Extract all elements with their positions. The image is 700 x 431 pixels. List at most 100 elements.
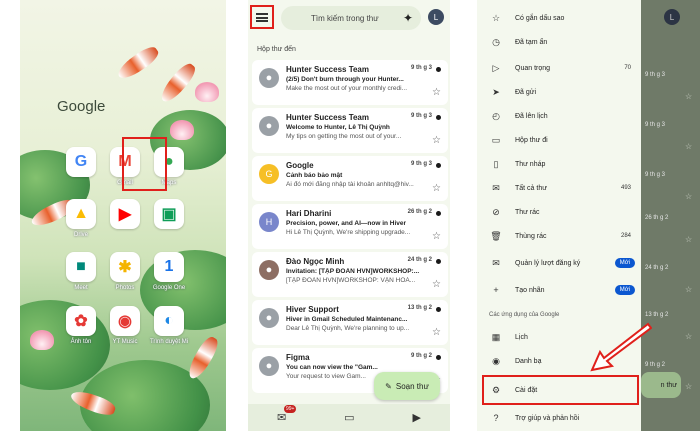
drawer-item-label: Thư rác — [515, 208, 540, 216]
drawer-item[interactable]: ✉ Quản lý lượt đăng ký Mới — [477, 253, 641, 273]
app-label: Drive — [73, 232, 88, 238]
app-glyph-icon: ▶ — [110, 199, 140, 229]
sender-avatar: ● — [259, 68, 279, 88]
scrim-mail-date: 24 th g 2 — [645, 265, 669, 271]
google-folder-label: Google — [57, 98, 106, 115]
drawer-item[interactable]: ▷ Quan trọng 70 — [477, 58, 641, 78]
drawer-item[interactable]: ◴ Đã lên lịch — [477, 106, 641, 126]
contacts-icon: ◉ — [492, 355, 500, 366]
drawer-item[interactable]: ➤ Đã gửi — [477, 82, 641, 102]
mail-row[interactable]: G Google 9 th g 3 Cảnh báo bảo mật Ai đó mới… — [252, 156, 448, 201]
gmail-highlight-box — [122, 137, 167, 191]
drawer-item[interactable]: ▭ Hộp thư đi — [477, 130, 641, 150]
drawer-item[interactable]: ◷ Đã tạm ẩn — [477, 32, 641, 52]
scrim-mail-date: 9 th g 3 — [645, 72, 666, 78]
drawer-item[interactable]: ✉ Tất cả thư 493 — [477, 178, 641, 198]
scrim-mail-date: 9 th g 3 — [645, 122, 666, 128]
mail-date: 9 th g 2 — [410, 353, 432, 359]
drawer-item[interactable]: 🗑 Thùng rác 284 — [477, 226, 641, 246]
app-label: Ảnh tôn — [70, 339, 92, 345]
drawer-item-label: Trợ giúp và phản hồi — [515, 414, 580, 422]
app-icon-trình-duyệt-mi[interactable]: ◐ Trình duyệt Mi — [146, 306, 192, 346]
drawer-item-label: Thùng rác — [515, 232, 547, 240]
mail-subject: Welcome to Hunter, Lê Thị Quỳnh — [286, 124, 390, 131]
sparkle-icon[interactable]: ✦ — [403, 11, 413, 25]
drawer-item-label: Thư nháp — [515, 160, 546, 168]
mail-date: 9 th g 3 — [410, 113, 432, 119]
mail-snippet: Hi Lê Thị Quỳnh, We're shipping upgrade.… — [286, 229, 411, 236]
app-label: Meet — [74, 285, 88, 291]
app-glyph-icon: ▲ — [66, 199, 96, 229]
drawer-item[interactable]: ⊘ Thư rác — [477, 202, 641, 222]
unread-dot-icon — [436, 355, 441, 360]
app-icon-ảnh-tôn[interactable]: ✿ Ảnh tôn — [58, 306, 104, 346]
star-icon[interactable]: ☆ — [432, 183, 441, 194]
person-icon: ● — [265, 312, 273, 324]
mail-snippet: Dear Lê Thị Quỳnh, We're planning to up.… — [286, 325, 410, 332]
app-icon-meet[interactable]: ■ Meet — [58, 252, 104, 292]
app-icon-google-one[interactable]: 1 Google One — [146, 252, 192, 292]
mail-snippet: My tips on getting the most out of your.… — [286, 133, 402, 140]
compose-label: Soạn thư — [395, 381, 429, 391]
new-badge: Mới — [614, 285, 635, 295]
settings-highlight-box — [482, 375, 639, 405]
mail-tab[interactable]: ✉ 99+ — [276, 405, 297, 424]
mail-sender: Figma — [286, 353, 310, 362]
mail-subject: (2/5) Don't burn through your Hunter... — [286, 76, 404, 83]
drawer-item[interactable]: + Tạo nhãn Mới — [477, 280, 641, 300]
drawer-item-label: Tất cả thư — [515, 184, 547, 192]
mail-icon: ✉ — [276, 412, 287, 424]
drawer-item-label: Quan trọng — [515, 64, 551, 72]
app-label: YT Music — [112, 339, 138, 345]
app-icon-app-4[interactable]: ▶ — [102, 199, 148, 232]
mail-sender: Hunter Success Team — [286, 65, 369, 74]
drawer-item[interactable]: ☆ Có gắn dấu sao — [477, 8, 641, 28]
drawer-item-icon: ➤ — [492, 86, 500, 97]
app-glyph-icon: ✱ — [110, 252, 140, 282]
mail-subject: Precision, power, and AI—now in Hiver — [286, 220, 407, 227]
mail-snippet: Make the most out of your monthly credi.… — [286, 85, 408, 92]
mail-row[interactable]: ● Hunter Success Team 9 th g 3 Welcome to H… — [252, 108, 448, 153]
drawer-item-count: 284 — [620, 233, 631, 239]
mail-date: 24 th g 2 — [407, 257, 432, 263]
menu-button[interactable] — [250, 5, 274, 29]
search-bar[interactable]: Tìm kiếm trong thư ✦ — [281, 6, 421, 30]
mail-date: 13 th g 2 — [407, 305, 432, 311]
unread-dot-icon — [436, 211, 441, 216]
compose-button[interactable]: ✎ Soạn thư — [374, 372, 440, 400]
star-icon[interactable]: ☆ — [432, 231, 441, 242]
drawer-item-help[interactable]: ? Trợ giúp và phản hồi — [477, 408, 641, 428]
mail-row[interactable]: ● Hunter Success Team 9 th g 3 (2/5) Don't … — [252, 60, 448, 105]
app-icon-drive[interactable]: ▲ Drive — [58, 199, 104, 239]
search-placeholder: Tìm kiếm trong thư — [311, 13, 379, 23]
star-icon[interactable]: ☆ — [432, 279, 441, 290]
star-icon[interactable]: ☆ — [432, 135, 441, 146]
meet-tab[interactable]: ▶ — [413, 411, 421, 424]
scrim-star-icon: ☆ — [685, 285, 693, 294]
scrim-mail-date: 26 th g 2 — [645, 215, 669, 221]
drawer-item[interactable]: ▯ Thư nháp — [477, 154, 641, 174]
sender-avatar: ● — [259, 356, 279, 376]
unread-dot-icon — [436, 67, 441, 72]
drawer-item-count: 70 — [624, 65, 631, 71]
drawer-item-icon: ▭ — [491, 134, 501, 145]
mail-row[interactable]: ● Đào Ngọc Minh 24 th g 2 Invitation: [TẬP … — [252, 252, 448, 297]
pointer-arrow-icon — [590, 322, 652, 372]
scrim-mail-date: 13 th g 2 — [645, 312, 669, 318]
drawer-item-label: Lịch — [515, 333, 528, 341]
mail-row[interactable]: H Hari Dharini 26 th g 2 Precision, power, … — [252, 204, 448, 249]
app-icon-yt-music[interactable]: ◉ YT Music — [102, 306, 148, 346]
chat-tab[interactable]: ▭ — [344, 411, 354, 424]
person-icon: ● — [265, 360, 273, 372]
star-icon[interactable]: ☆ — [432, 327, 441, 338]
app-icon-app-0[interactable]: G — [58, 147, 104, 180]
app-icon-app-5[interactable]: ▣ — [146, 199, 192, 232]
drawer-item-icon: ✉ — [492, 182, 500, 193]
mail-row[interactable]: ● Hiver Support 13 th g 2 Hiver in Gmail Sc… — [252, 300, 448, 345]
mail-list: ● Hunter Success Team 9 th g 3 (2/5) Don't … — [252, 60, 448, 396]
app-glyph-icon: ✿ — [66, 306, 96, 336]
account-avatar[interactable]: L — [428, 9, 444, 25]
star-icon[interactable]: ☆ — [432, 87, 441, 98]
mail-subject: Cảnh báo bảo mật — [286, 172, 343, 179]
app-icon-photos[interactable]: ✱ Photos — [102, 252, 148, 292]
